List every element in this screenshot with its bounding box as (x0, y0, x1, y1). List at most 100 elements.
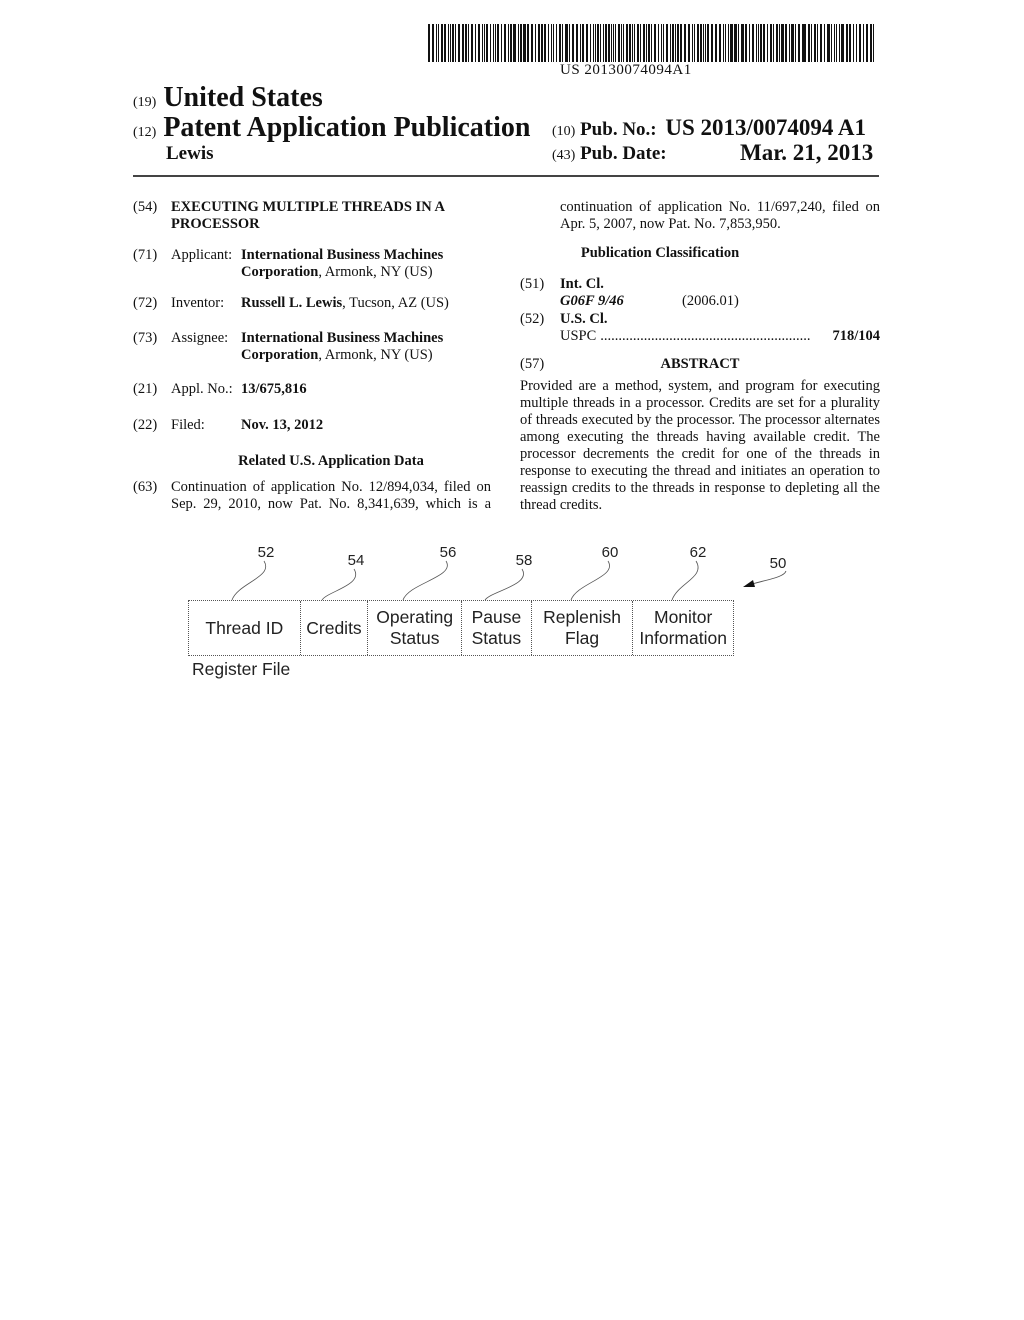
int-cl-version: (2006.01) (682, 293, 739, 309)
barcode-bar (471, 24, 473, 62)
barcode-bar (699, 24, 703, 62)
barcode-bar (715, 24, 718, 62)
register-file-diagram: Thread ID Credits Operating Status Pause Stat… (188, 600, 734, 656)
barcode-bar (513, 24, 516, 62)
barcode-bar (828, 24, 831, 62)
inventor-name: Russell L. Lewis (241, 295, 343, 311)
barcode-bar (725, 24, 726, 62)
country-heading: (19) United States (133, 82, 323, 114)
filed-value: Nov. 13, 2012 (241, 417, 324, 433)
inventor-location: , Tucson, AZ (US) (342, 295, 449, 311)
barcode-bar (599, 24, 601, 62)
pub-date-label-row: (43) Pub. Date: (552, 143, 667, 165)
barcode-bar (755, 24, 758, 62)
barcode-bar (486, 24, 489, 62)
leader-line (402, 560, 448, 601)
barcode-bar (550, 24, 553, 62)
barcode-bar (620, 24, 623, 62)
barcode-bar (602, 24, 605, 62)
us-cl-code: (52) (520, 311, 545, 327)
barcode-bar (576, 24, 578, 62)
barcode-bar (794, 24, 797, 62)
barcode-bar (503, 24, 506, 62)
barcode-bar (594, 24, 596, 62)
barcode-bar (522, 24, 524, 62)
continuation-cont-line-1: continuation of application No. 11/697,2… (560, 199, 880, 215)
barcode-bar (823, 24, 825, 62)
field-label-line: Flag (565, 628, 600, 648)
barcode-bar (510, 24, 513, 62)
publication-type: Patent Application Publication (163, 112, 531, 143)
barcode-bar (435, 24, 438, 62)
appl-no-value: 13/675,816 (241, 381, 307, 397)
barcode-bar (766, 24, 769, 62)
abstract-line: among executing the threads having avail… (520, 429, 880, 445)
barcode-bar (538, 24, 540, 62)
barcode-bar (753, 24, 754, 62)
barcode-bar (534, 24, 537, 62)
barcode-bar (801, 24, 803, 62)
barcode-bar (748, 24, 750, 62)
reference-number: 60 (602, 544, 619, 561)
barcode-bar (626, 24, 629, 62)
barcode-bar (438, 24, 439, 62)
title-line-2: PROCESSOR (171, 216, 260, 232)
barcode-bar (807, 24, 810, 62)
applicant-code: (71) (133, 247, 158, 263)
barcode-bar (791, 24, 794, 62)
uspc-label: USPC (560, 328, 597, 344)
barcode-bar (633, 24, 636, 62)
barcode-bar (432, 24, 434, 62)
barcode-bar (675, 24, 677, 62)
int-cl-label: Int. Cl. (560, 276, 604, 292)
barcode-bar (816, 24, 819, 62)
register-field: Monitor Information (633, 601, 733, 655)
barcode-bar (772, 24, 775, 62)
arrowhead-icon (743, 580, 755, 587)
applicant-name-1: International Business Machines (241, 247, 444, 263)
abstract-heading: ABSTRACT (660, 356, 740, 372)
abstract-line: processor decrements the credit for one … (520, 446, 880, 462)
leader-line (231, 560, 267, 601)
abstract-code: (57) (520, 356, 545, 372)
barcode-bar (737, 24, 740, 62)
register-field: Pause Status (462, 601, 532, 655)
barcode-bar (474, 24, 476, 62)
register-field: Replenish Flag (532, 601, 634, 655)
inventor-code: (72) (133, 295, 158, 311)
field-label-line: Status (389, 628, 440, 648)
reference-number: 52 (258, 544, 275, 561)
barcode-bar (500, 24, 502, 62)
invention-title: EXECUTING MULTIPLE THREADS IN A PROCESSO… (171, 199, 445, 233)
barcode-bar (440, 24, 444, 62)
barcode-bar (592, 24, 594, 62)
continuation-line-2: Sep. 29, 2010, now Pat. No. 8,341,639, w… (171, 496, 491, 512)
barcode-bar (841, 24, 844, 62)
pub-date-code: (43) (552, 148, 576, 163)
barcode-bar (744, 24, 747, 62)
barcode-bar (464, 24, 467, 62)
pub-no-label: Pub. No.: (580, 119, 657, 140)
barcode-bar (760, 24, 762, 62)
barcode-bar (677, 24, 680, 62)
barcode-bar (481, 24, 484, 62)
abstract-line: response to executing the thread and ini… (520, 463, 880, 479)
barcode-bar (617, 24, 620, 62)
barcode-bar (862, 24, 865, 62)
barcode-bar (848, 24, 852, 62)
barcode-bar (653, 24, 657, 62)
barcode-bar (543, 24, 546, 62)
barcode-bar (869, 24, 872, 62)
abstract-body: Provided are a method, system, and progr… (520, 378, 880, 514)
barcode-bar (547, 24, 549, 62)
barcode-bar (703, 24, 704, 62)
barcode-bar (798, 24, 800, 62)
appl-no-label: Appl. No.: (171, 381, 233, 397)
title-code: (54) (133, 199, 158, 215)
barcode-bar (579, 24, 581, 62)
barcode-bar (780, 24, 782, 62)
barcode-bar (735, 24, 737, 62)
title-line-1: EXECUTING MULTIPLE THREADS IN A (171, 199, 445, 215)
field-label-line: Operating (376, 607, 454, 627)
barcode-bar (751, 24, 753, 62)
